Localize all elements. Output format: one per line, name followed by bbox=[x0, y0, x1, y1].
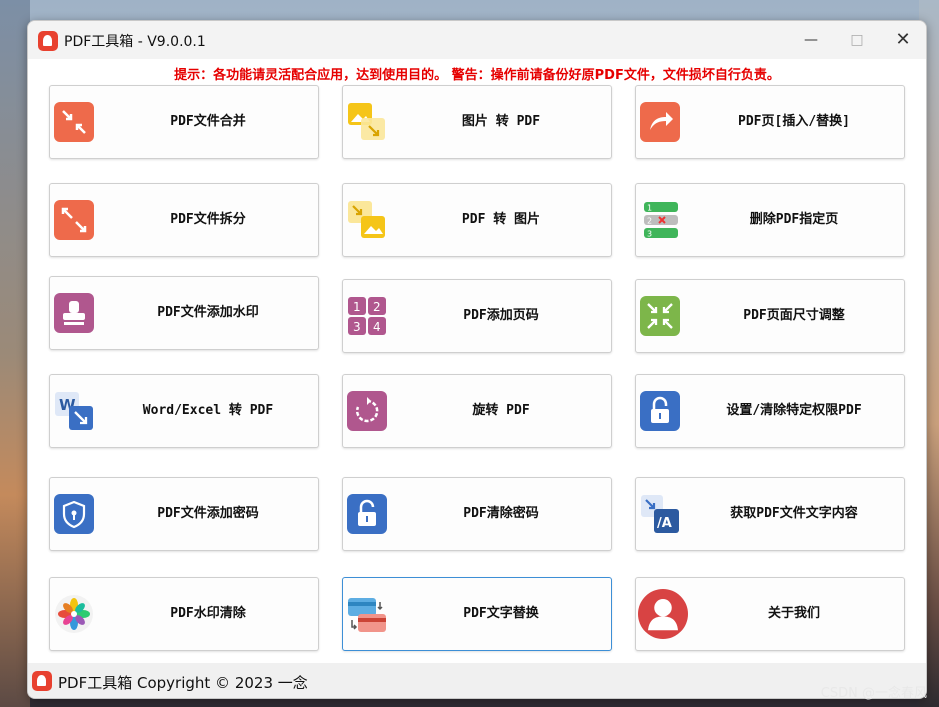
title-bar[interactable]: PDF工具箱 - V9.0.0.1 — □ ✕ bbox=[28, 21, 926, 59]
pdf-to-image-icon bbox=[347, 200, 387, 240]
status-bar: PDF工具箱 Copyright © 2023 一念 bbox=[28, 663, 926, 698]
svg-text:4: 4 bbox=[373, 320, 381, 334]
tile-rotate-pdf[interactable]: 旋转 PDF bbox=[342, 374, 612, 448]
tile-label: 删除PDF指定页 bbox=[749, 212, 839, 227]
tile-label: PDF文件添加密码 bbox=[157, 506, 259, 521]
svg-text:3: 3 bbox=[647, 230, 652, 239]
tile-about-us[interactable]: 关于我们 bbox=[635, 577, 905, 651]
tile-word-excel-to-pdf[interactable]: W Word/Excel 转 PDF bbox=[49, 374, 319, 448]
split-icon bbox=[54, 200, 94, 240]
insert-page-icon bbox=[640, 102, 680, 142]
tile-label: 设置/清除特定权限PDF bbox=[726, 403, 862, 418]
tile-pdf-merge[interactable]: PDF文件合并 bbox=[49, 85, 319, 159]
rotate-icon bbox=[347, 391, 387, 431]
tile-delete-page[interactable]: 1 2 3 删除PDF指定页 bbox=[635, 183, 905, 257]
tile-label: 旋转 PDF bbox=[472, 403, 530, 418]
user-icon bbox=[638, 589, 688, 639]
app-window: PDF工具箱 - V9.0.0.1 — □ ✕ 提示：各功能请灵活配合应用，达到… bbox=[27, 20, 927, 699]
tile-label: 图片 转 PDF bbox=[461, 114, 541, 129]
tile-text-replace[interactable]: PDF文字替换 bbox=[342, 577, 612, 651]
delete-page-icon: 1 2 3 bbox=[640, 200, 680, 240]
tile-label: PDF 转 图片 bbox=[461, 212, 541, 227]
svg-text:2: 2 bbox=[373, 300, 381, 314]
tile-label: PDF页面尺寸调整 bbox=[743, 308, 845, 323]
stamp-icon bbox=[54, 293, 94, 333]
image-to-pdf-icon bbox=[347, 102, 387, 142]
notice-text: 提示：各功能请灵活配合应用，达到使用目的。 警告：操作前请备份好原PDF文件，文… bbox=[174, 68, 780, 83]
tile-extract-text[interactable]: /A 获取PDF文件文字内容 bbox=[635, 477, 905, 551]
desktop-background-left bbox=[0, 0, 30, 707]
tile-remove-watermark[interactable]: PDF水印清除 bbox=[49, 577, 319, 651]
lock-icon bbox=[640, 391, 680, 431]
close-button[interactable]: ✕ bbox=[880, 21, 926, 59]
tile-label: PDF清除密码 bbox=[463, 506, 539, 521]
svg-text:3: 3 bbox=[353, 320, 361, 334]
tile-insert-replace-page[interactable]: PDF页[插入/替换] bbox=[635, 85, 905, 159]
tile-label: 关于我们 bbox=[767, 606, 820, 621]
tile-label: 获取PDF文件文字内容 bbox=[730, 506, 858, 521]
window-title: PDF工具箱 - V9.0.0.1 bbox=[64, 34, 206, 50]
svg-text:1: 1 bbox=[647, 204, 652, 213]
resize-icon bbox=[640, 296, 680, 336]
svg-text:/A: /A bbox=[657, 516, 672, 531]
tile-label: PDF文件合并 bbox=[170, 114, 246, 129]
tile-label: PDF页[插入/替换] bbox=[738, 114, 850, 129]
tile-remove-password[interactable]: PDF清除密码 bbox=[342, 477, 612, 551]
copyright-text: PDF工具箱 Copyright © 2023 一念 bbox=[58, 674, 308, 692]
maximize-button[interactable]: □ bbox=[834, 21, 880, 59]
unlock-icon bbox=[347, 494, 387, 534]
csdn-watermark: CSDN @一念春风 bbox=[820, 686, 927, 701]
tile-add-password[interactable]: PDF文件添加密码 bbox=[49, 477, 319, 551]
flower-icon bbox=[54, 594, 94, 634]
tile-image-to-pdf[interactable]: 图片 转 PDF bbox=[342, 85, 612, 159]
tile-pdf-split[interactable]: PDF文件拆分 bbox=[49, 183, 319, 257]
card-swap-icon bbox=[347, 594, 387, 634]
tile-label: PDF文字替换 bbox=[463, 606, 539, 621]
page-number-icon: 1 2 3 4 bbox=[347, 296, 387, 336]
tile-add-page-number[interactable]: 1 2 3 4 PDF添加页码 bbox=[342, 279, 612, 353]
svg-text:1: 1 bbox=[353, 300, 361, 314]
merge-icon bbox=[54, 102, 94, 142]
tile-label: PDF添加页码 bbox=[463, 308, 539, 323]
shield-icon bbox=[54, 494, 94, 534]
tile-page-resize[interactable]: PDF页面尺寸调整 bbox=[635, 279, 905, 353]
main-content: 提示：各功能请灵活配合应用，达到使用目的。 警告：操作前请备份好原PDF文件，文… bbox=[28, 59, 926, 663]
tile-pdf-to-image[interactable]: PDF 转 图片 bbox=[342, 183, 612, 257]
word-icon: W bbox=[54, 391, 94, 431]
tile-label: Word/Excel 转 PDF bbox=[142, 403, 274, 418]
svg-text:2: 2 bbox=[647, 217, 652, 226]
text-extract-icon: /A bbox=[640, 494, 680, 534]
tile-permissions[interactable]: 设置/清除特定权限PDF bbox=[635, 374, 905, 448]
app-logo-icon bbox=[38, 31, 58, 51]
tile-label: PDF文件拆分 bbox=[170, 212, 246, 227]
tile-label: PDF水印清除 bbox=[170, 606, 246, 621]
app-logo-icon bbox=[32, 671, 52, 691]
tile-add-watermark[interactable]: PDF文件添加水印 bbox=[49, 276, 319, 350]
minimize-button[interactable]: — bbox=[788, 21, 834, 59]
tile-label: PDF文件添加水印 bbox=[157, 305, 259, 320]
